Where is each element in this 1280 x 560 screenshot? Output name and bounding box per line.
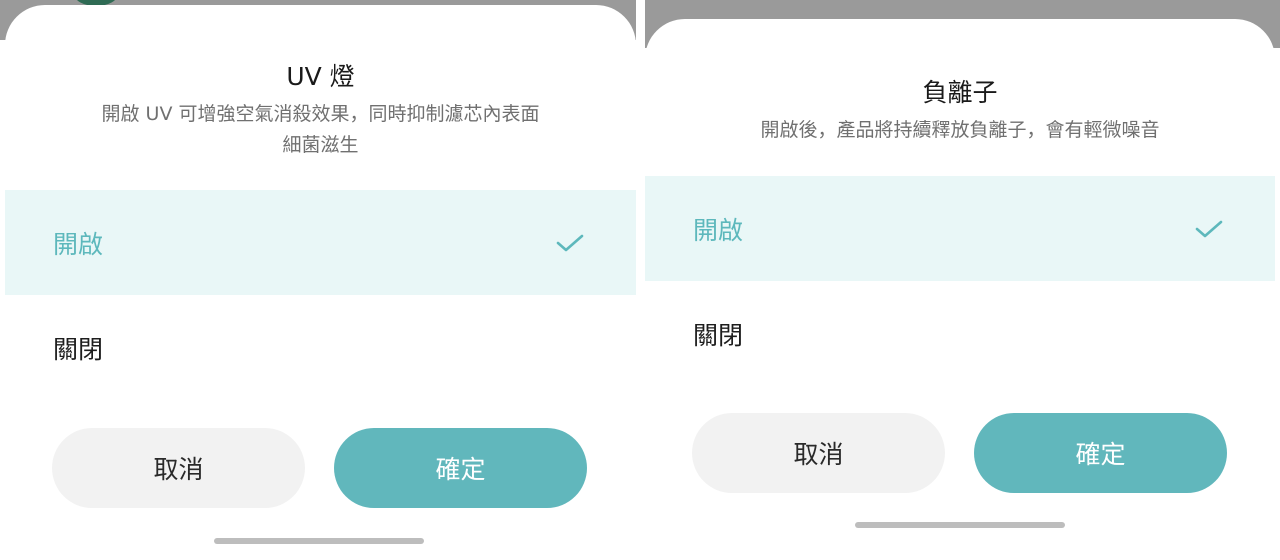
- description-line: 細菌滋生: [282, 134, 359, 156]
- confirm-button[interactable]: 確定: [974, 413, 1227, 493]
- screenshot-stage: UV 燈 開啟 UV 可增強空氣消殺效果，同時抑制濾芯內表面 細菌滋生 開啟 關…: [0, 0, 1280, 560]
- option-on[interactable]: 開啟: [645, 176, 1275, 281]
- option-label: 開啟: [53, 229, 104, 259]
- sheet-description: 開啟 UV 可增強空氣消殺效果，同時抑制濾芯內表面 細菌滋生: [45, 99, 596, 161]
- checkmark-icon: [556, 234, 584, 251]
- option-label: 關閉: [53, 334, 104, 364]
- sheet-title: UV 燈: [286, 62, 355, 91]
- home-indicator: [855, 522, 1065, 528]
- home-indicator: [214, 538, 424, 544]
- sheet-title: 負離子: [922, 78, 998, 107]
- confirm-button[interactable]: 確定: [334, 428, 587, 508]
- cancel-button[interactable]: 取消: [692, 413, 945, 493]
- option-off[interactable]: 關閉: [645, 281, 1275, 386]
- checkmark-icon: [1195, 220, 1223, 237]
- option-label: 關閉: [693, 320, 744, 350]
- negative-ion-sheet: 負離子 開啟後，產品將持續釋放負離子，會有輕微噪音 開啟 關閉 取消 確定: [645, 19, 1275, 560]
- option-label: 開啟: [693, 215, 744, 245]
- sheet-description: 開啟後，產品將持續釋放負離子，會有輕微噪音: [760, 119, 1160, 141]
- option-off[interactable]: 關閉: [5, 295, 636, 400]
- uv-lamp-sheet: UV 燈 開啟 UV 可增強空氣消殺效果，同時抑制濾芯內表面 細菌滋生 開啟 關…: [5, 5, 636, 560]
- option-on[interactable]: 開啟: [5, 190, 636, 295]
- cancel-button[interactable]: 取消: [52, 428, 305, 508]
- description-line: 開啟 UV 可增強空氣消殺效果，同時抑制濾芯內表面: [101, 103, 540, 125]
